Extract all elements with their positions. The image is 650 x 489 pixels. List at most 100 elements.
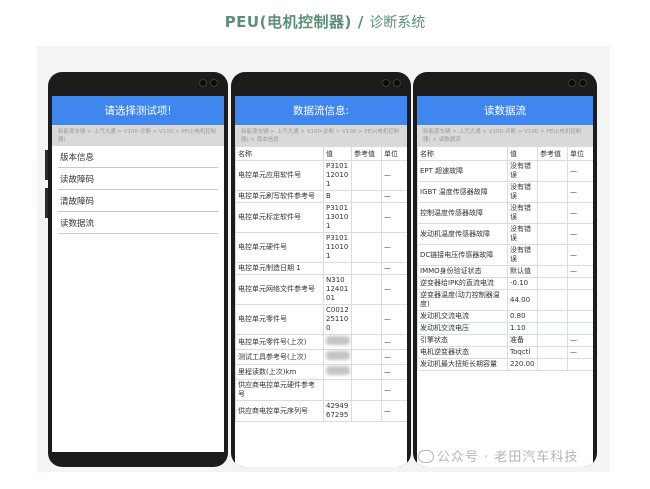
cell-value: 44.00 — [507, 289, 538, 311]
cell-name: 发动机交流电压 — [417, 322, 508, 335]
menu-item[interactable]: 版本信息 — [58, 146, 218, 168]
cell-ref — [537, 265, 568, 278]
table-row[interactable]: 电控单元应用软件号 P3101120101 — — [235, 160, 407, 191]
table-row[interactable]: 控制温度传感器故障 没有错误 — — [417, 202, 593, 224]
table-row[interactable]: 电控单元标定软件号 P3101130101 — — [235, 202, 407, 233]
table-row[interactable]: DC链接电压传感器故障 没有错误 — — [417, 244, 593, 266]
menu-item[interactable]: 读故障码 — [58, 168, 218, 190]
table-row[interactable]: 电控单元零件号 C0012251100 — — [235, 304, 407, 335]
cell-unit — [567, 289, 593, 311]
title-brand: PEU(电机控制器) — [224, 13, 352, 31]
cell-unit: — — [381, 349, 407, 365]
cell-value: 0.80 — [507, 310, 538, 323]
cell-name: DC链接电压传感器故障 — [417, 244, 508, 266]
cell-unit: — — [567, 202, 593, 224]
cell-unit: — — [567, 346, 593, 359]
breadcrumb: 新能源车辆 > 上汽大通 > V100-诊断 > V100 > PEU(电机控制… — [235, 125, 407, 146]
table-row[interactable]: 电控单元制造日期 1 — — [235, 262, 407, 275]
table-row[interactable]: 供应商电控单元硬件参考号 — — [235, 379, 407, 401]
phone-read-data-stream: 读数据流 新能源车辆 > 上汽大通 > V100-诊断 > V100 > PEU… — [413, 72, 597, 467]
table-row[interactable]: 发动机温度传感器故障 没有错误 — — [417, 223, 593, 245]
cell-value — [323, 334, 352, 350]
cell-name: 逆变器给IPK的直流电流 — [417, 277, 508, 290]
cell-unit: — — [381, 274, 407, 305]
cell-ref — [351, 334, 382, 350]
phone-test-items: 请选择测试项! 新能源车辆 > 上汽大通 > V100-诊断 > V100 > … — [48, 72, 228, 467]
cell-name: 测试工具参考号(上次) — [235, 349, 324, 365]
screen: 请选择测试项! 新能源车辆 > 上汽大通 > V100-诊断 > V100 > … — [52, 96, 224, 452]
data-stream-table: 名称值参考值 单位 EPT 超速故障 没有错误 — IGBT 温度传感器故障 没有错误 — 控… — [417, 146, 593, 371]
cell-name: 电控单元零件号 — [235, 304, 324, 335]
menu-item[interactable]: 读数据流 — [58, 212, 218, 234]
table-row[interactable]: 引擎状态 准备 — — [417, 334, 593, 347]
cell-value — [323, 349, 352, 365]
cell-unit: — — [567, 334, 593, 347]
table-row[interactable]: 逆变器给IPK的直流电流 -0.10 — [417, 277, 593, 290]
table-row[interactable]: IGBT 温度传感器故障 没有错误 — — [417, 181, 593, 203]
table-row[interactable]: EPT 超速故障 没有错误 — — [417, 160, 593, 182]
table-row[interactable]: 逆变器温度(动力控制器温度) 44.00 — [417, 289, 593, 311]
cell-ref — [537, 322, 568, 335]
table-row[interactable]: 电控单元硬件号 P3101110101 — — [235, 232, 407, 263]
column-header: 值 — [323, 146, 352, 161]
side-button — [45, 150, 48, 180]
table-row[interactable]: 供应商电控单元序列号 4294967295 — — [235, 400, 407, 422]
cell-unit: — — [381, 202, 407, 233]
page-title: PEU(电机控制器) / 诊断系统 — [0, 11, 650, 32]
cell-unit: — — [567, 160, 593, 182]
cell-ref — [351, 274, 382, 305]
cell-value — [323, 379, 352, 401]
cell-value: B — [323, 190, 352, 203]
table-row[interactable]: IMMO身份验证状态 默认值 — — [417, 265, 593, 278]
watermark: 公众号 · 老田汽车科技 — [418, 446, 578, 465]
table-row[interactable]: 里程读数(上次)km — — [235, 364, 407, 380]
camera-cluster — [199, 79, 218, 87]
screen-header: 请选择测试项! — [52, 96, 224, 125]
cell-value: 没有错误 — [507, 244, 538, 266]
cell-name: 电控单元制造日期 1 — [235, 262, 324, 275]
cell-value: 1.10 — [507, 322, 538, 335]
breadcrumb: 新能源车辆 > 上汽大通 > V100-诊断 > V100 > PEU(电机控制… — [417, 125, 593, 146]
version-info-table: 名称值参考值 单位 电控单元应用软件号 P3101120101— 电控单元刷写软件参考… — [235, 146, 407, 422]
table-row[interactable]: 电控单元网络文件参考号 N3101240101 — — [235, 274, 407, 305]
menu-item[interactable]: 清故障码 — [58, 190, 218, 212]
cell-ref — [351, 202, 382, 233]
cell-value: P3101120101 — [323, 160, 352, 191]
side-button — [45, 188, 48, 218]
cell-value: 没有错误 — [507, 202, 538, 224]
title-subtitle: 诊断系统 — [369, 15, 426, 31]
cell-value: 没有错误 — [507, 160, 538, 182]
column-header: 参考值 — [351, 146, 382, 161]
cell-ref — [351, 379, 382, 401]
column-header: 单位 — [567, 146, 593, 161]
cell-ref — [537, 277, 568, 290]
test-item-list: 版本信息 读故障码 清故障码 读数据流 — [52, 146, 224, 234]
cell-ref — [537, 310, 568, 323]
table-row[interactable]: 发动机最大扭矩长期容量 220.00 — [417, 358, 593, 371]
table-row[interactable]: 发动机交流电压 1.10 — [417, 322, 593, 335]
cell-unit — [567, 310, 593, 323]
cell-ref — [351, 304, 382, 335]
cell-unit — [567, 277, 593, 290]
cell-name: 供应商电控单元硬件参考号 — [235, 379, 324, 401]
cell-ref — [537, 334, 568, 347]
table-row[interactable]: 电控单元零件号(上次) — — [235, 334, 407, 350]
cell-value: 没有错误 — [507, 223, 538, 245]
cell-unit: — — [381, 304, 407, 335]
cell-value — [323, 262, 352, 275]
cell-name: 电控单元零件号(上次) — [235, 334, 324, 350]
table-row[interactable]: 电机逆变器状态 Toqctl — — [417, 346, 593, 359]
column-header: 值 — [507, 146, 538, 161]
cell-ref — [351, 364, 382, 380]
table-row[interactable]: 发动机交流电流 0.80 — [417, 310, 593, 323]
cell-name: 控制温度传感器故障 — [417, 202, 508, 224]
table-row[interactable]: 电控单元刷写软件参考号 B — — [235, 190, 407, 203]
cell-ref — [537, 289, 568, 311]
phone-data-flow-info: 数据流信息: 新能源车辆 > 上汽大通 > V100-诊断 > V100 > P… — [231, 72, 411, 467]
cell-name: 里程读数(上次)km — [235, 364, 324, 380]
table-row[interactable]: 测试工具参考号(上次) — — [235, 349, 407, 365]
cell-ref — [351, 349, 382, 365]
screen: 数据流信息: 新能源车辆 > 上汽大通 > V100-诊断 > V100 > P… — [235, 96, 407, 467]
cell-name: 电控单元网络文件参考号 — [235, 274, 324, 305]
redacted-value — [326, 336, 350, 345]
